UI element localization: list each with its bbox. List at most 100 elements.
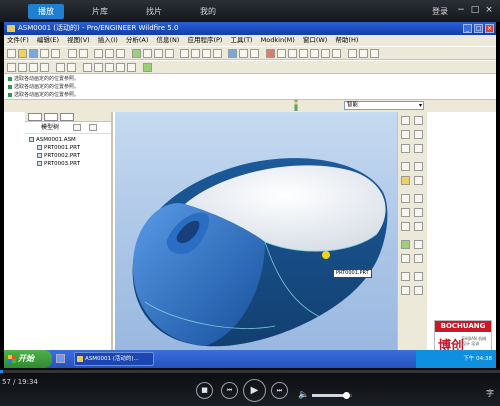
undo-icon[interactable]	[68, 49, 77, 58]
wireframe-icon[interactable]	[239, 49, 248, 58]
axis-display-icon[interactable]	[191, 49, 200, 58]
sketch-view-icon[interactable]	[18, 63, 27, 72]
round-icon[interactable]	[401, 222, 410, 231]
menu-modkin[interactable]: Modkin(M)	[258, 35, 298, 46]
menu-window[interactable]: 窗口(W)	[300, 35, 331, 46]
mirror-icon[interactable]	[105, 63, 114, 72]
menu-edit[interactable]: 编辑(E)	[34, 35, 62, 46]
datum-curve-icon[interactable]	[401, 130, 410, 139]
hidden-line-icon[interactable]	[250, 49, 259, 58]
selection-filter-select[interactable]: 智能	[344, 101, 424, 110]
previous-button[interactable]: ⏮	[221, 382, 238, 399]
feature-icon[interactable]	[67, 63, 76, 72]
arrow-icon[interactable]	[94, 63, 103, 72]
coord-system-icon[interactable]	[401, 144, 410, 153]
minimize-icon[interactable]: −	[456, 5, 466, 15]
login-button[interactable]: 登录	[432, 4, 448, 19]
cut-icon[interactable]	[94, 49, 103, 58]
pattern-icon[interactable]	[116, 63, 125, 72]
email-icon[interactable]	[51, 49, 60, 58]
copy-icon[interactable]	[105, 49, 114, 58]
zoom-in-icon[interactable]	[266, 49, 275, 58]
offset-icon[interactable]	[127, 63, 136, 72]
select-box-icon[interactable]	[154, 49, 163, 58]
taskbar-item-proe[interactable]: ASM0001 (活动的)...	[74, 352, 154, 366]
proe-minimize-button[interactable]: _	[463, 24, 472, 33]
next-button[interactable]: ⏭	[271, 382, 288, 399]
tab-favorites[interactable]	[60, 113, 74, 121]
pen-icon[interactable]	[83, 63, 92, 72]
tab-folder-browser[interactable]	[44, 113, 58, 121]
solidify-icon[interactable]	[414, 286, 423, 295]
print-icon[interactable]	[40, 49, 49, 58]
trim-icon[interactable]	[414, 254, 423, 263]
rib-icon[interactable]	[401, 208, 410, 217]
tree-item-part[interactable]: PRT0001.PRT	[25, 144, 111, 152]
component-icon[interactable]	[143, 63, 152, 72]
quick-launch-icon[interactable]	[56, 354, 65, 363]
tab-model-tree[interactable]	[28, 113, 42, 121]
hole-icon[interactable]	[401, 194, 410, 203]
proe-maximize-button[interactable]: □	[474, 24, 483, 33]
close-icon[interactable]: ×	[484, 5, 494, 15]
progress-bar[interactable]	[0, 370, 500, 373]
datum-tool-icon[interactable]	[29, 63, 38, 72]
tab-library[interactable]: 片库	[82, 4, 118, 19]
redo-icon[interactable]	[79, 49, 88, 58]
merge-icon[interactable]	[401, 254, 410, 263]
save-icon[interactable]	[29, 49, 38, 58]
sweep-icon[interactable]	[401, 176, 410, 185]
video-frame[interactable]: ASM0001 (活动的) - Pro/ENGINEER Wildfire 5.…	[4, 22, 496, 368]
appearance-icon[interactable]	[348, 49, 357, 58]
datum-point-icon[interactable]	[414, 130, 423, 139]
menu-analysis[interactable]: 分析(A)	[123, 35, 152, 46]
menu-file[interactable]: 文件(F)	[4, 35, 32, 46]
model-display-icon[interactable]	[370, 49, 379, 58]
regenerate-icon[interactable]	[132, 49, 141, 58]
play-button[interactable]: ▶	[243, 379, 266, 402]
menu-insert[interactable]: 插入(I)	[95, 35, 121, 46]
datum-axis-icon[interactable]	[414, 116, 423, 125]
proe-close-button[interactable]: ×	[485, 24, 494, 33]
menu-applications[interactable]: 应用程序(P)	[184, 35, 225, 46]
revolve-icon[interactable]	[414, 162, 423, 171]
view-manager-icon[interactable]	[332, 49, 341, 58]
tree-item-part[interactable]: PRT0002.PRT	[25, 152, 111, 160]
saved-views-icon[interactable]	[310, 49, 319, 58]
menu-view[interactable]: 视图(V)	[64, 35, 93, 46]
point-display-icon[interactable]	[202, 49, 211, 58]
csys-display-icon[interactable]	[213, 49, 222, 58]
boundary-blend-icon[interactable]	[414, 240, 423, 249]
maximize-icon[interactable]: □	[470, 5, 480, 15]
thicken-icon[interactable]	[401, 286, 410, 295]
find-icon[interactable]	[143, 49, 152, 58]
plane-display-icon[interactable]	[180, 49, 189, 58]
datum-plane-icon[interactable]	[401, 116, 410, 125]
reorient-icon[interactable]	[299, 49, 308, 58]
graphics-window[interactable]: PRT0001.PRT	[115, 112, 397, 350]
zoom-out-icon[interactable]	[277, 49, 286, 58]
new-file-icon[interactable]	[7, 49, 16, 58]
tree-item-part[interactable]: PRT0003.PRT	[25, 160, 111, 168]
open-file-icon[interactable]	[18, 49, 27, 58]
spin-center-icon[interactable]	[359, 49, 368, 58]
offset-surface-icon[interactable]	[414, 272, 423, 281]
menu-tools[interactable]: 工具(T)	[228, 35, 256, 46]
draft-icon[interactable]	[414, 208, 423, 217]
annotation-icon[interactable]	[56, 63, 65, 72]
start-button[interactable]: 开始	[4, 350, 52, 368]
volume-icon[interactable]: 🔈	[298, 390, 309, 400]
tab-find[interactable]: 找片	[136, 4, 172, 19]
style-icon[interactable]	[401, 240, 410, 249]
tree-settings-icon[interactable]	[73, 124, 81, 131]
sketch-tool-icon[interactable]	[414, 144, 423, 153]
volume-knob[interactable]	[343, 392, 350, 399]
paste-icon[interactable]	[116, 49, 125, 58]
blend-icon[interactable]	[414, 176, 423, 185]
shading-icon[interactable]	[228, 49, 237, 58]
menu-help[interactable]: 帮助(H)	[332, 35, 361, 46]
tree-item-assembly[interactable]: ASM0001.ASM	[25, 136, 111, 144]
chamfer-icon[interactable]	[414, 222, 423, 231]
tree-show-icon[interactable]	[89, 124, 97, 131]
dropdown-icon[interactable]	[165, 49, 174, 58]
